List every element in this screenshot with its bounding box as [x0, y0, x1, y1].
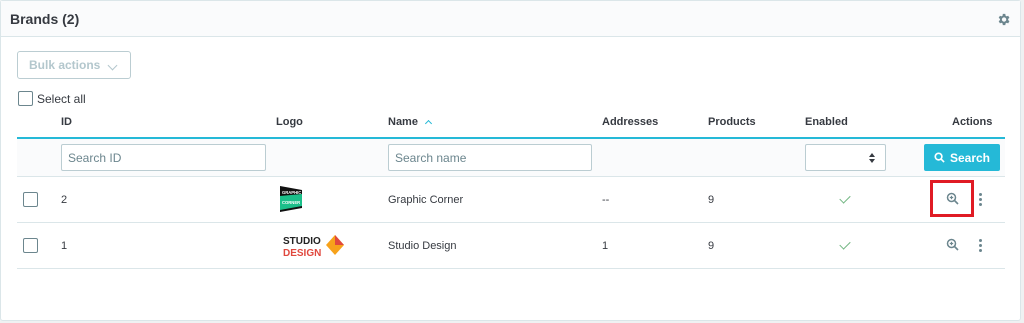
svg-text:CORNER: CORNER: [282, 200, 300, 205]
column-header-logo: Logo: [276, 116, 303, 128]
more-actions-icon[interactable]: [979, 239, 983, 253]
select-all-label: Select all: [37, 91, 86, 106]
bulk-actions-label: Bulk actions: [29, 58, 101, 72]
search-icon: [934, 152, 945, 163]
enabled-check-icon[interactable]: [839, 192, 851, 204]
column-header-name-label: Name: [388, 116, 418, 128]
column-header-addresses[interactable]: Addresses: [602, 116, 658, 128]
column-header-enabled[interactable]: Enabled: [805, 116, 848, 128]
table-row[interactable]: 2 GRAPHIC CORNER Graphic Corner -- 9: [17, 177, 1005, 223]
gear-icon[interactable]: [996, 12, 1011, 27]
sort-up-icon: [869, 153, 875, 157]
select-all-checkbox[interactable]: [18, 91, 33, 106]
card-header: Brands (2): [1, 1, 1020, 37]
studio-design-logo: STUDIO DESIGN: [283, 235, 344, 259]
row-name: Graphic Corner: [388, 194, 464, 206]
column-header-id[interactable]: ID: [61, 116, 72, 128]
row-id: 1: [61, 240, 68, 252]
page-title: Brands (2): [10, 11, 80, 27]
row-checkbox[interactable]: [23, 238, 38, 253]
svg-text:STUDIO: STUDIO: [283, 236, 321, 247]
search-button-label: Search: [949, 150, 991, 165]
search-id-input[interactable]: [61, 144, 266, 171]
enabled-check-icon[interactable]: [839, 238, 851, 250]
sort-down-icon: [869, 159, 875, 163]
column-header-actions: Actions: [952, 116, 993, 128]
row-addresses: --: [602, 194, 610, 206]
column-header-products[interactable]: Products: [708, 116, 756, 128]
chevron-down-icon: [107, 60, 118, 71]
table-row[interactable]: 1 STUDIO DESIGN Studio Design 1 9: [17, 223, 1005, 269]
highlight-box: [930, 180, 974, 217]
enabled-filter-select[interactable]: [805, 144, 886, 171]
view-zoom-icon[interactable]: [945, 237, 961, 253]
select-all[interactable]: Select all: [18, 91, 86, 106]
row-name: Studio Design: [388, 240, 457, 252]
graphic-corner-logo: GRAPHIC CORNER: [280, 186, 302, 212]
more-actions-icon[interactable]: [979, 193, 983, 207]
bulk-actions-button[interactable]: Bulk actions: [17, 51, 131, 79]
column-header-name[interactable]: Name: [388, 116, 433, 128]
row-id: 2: [61, 194, 68, 206]
svg-text:DESIGN: DESIGN: [283, 248, 321, 259]
search-name-input[interactable]: [388, 144, 592, 171]
sort-ascending-icon[interactable]: [424, 119, 433, 128]
row-addresses: 1: [602, 240, 609, 252]
row-checkbox[interactable]: [23, 192, 38, 207]
row-products: 9: [708, 240, 715, 252]
svg-text:GRAPHIC: GRAPHIC: [282, 190, 301, 195]
search-button[interactable]: Search: [924, 144, 1000, 171]
row-products: 9: [708, 194, 715, 206]
